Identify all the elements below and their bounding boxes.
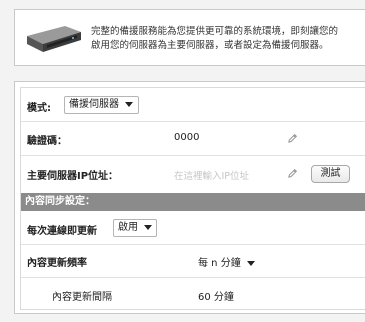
info-description: 完整的備援服務能為您提供更可靠的系統環境，即刻讓您的 啟用您的伺服器為主要伺服器… — [91, 25, 365, 53]
update-interval-row: 內容更新間隔 60 分鐘 — [21, 278, 365, 311]
chevron-down-icon — [144, 224, 152, 230]
mode-row: 模式: 備援伺服器 — [21, 88, 365, 121]
update-frequency-value: 每 n 分鐘 — [198, 258, 241, 269]
sync-settings-header: 內容同步設定： — [21, 193, 365, 211]
update-each-connection-row: 每次連線即更新 啟用 — [21, 212, 365, 244]
settings-form: 模式: 備援伺服器 驗證碼： 0000 主要伺服器IP位址： 在這裡輸入IP位址 — [20, 87, 365, 310]
verification-code-value: 0000 — [174, 132, 200, 143]
page: 完整的備援服務能為您提供更可靠的系統環境，即刻讓您的 啟用您的伺服器為主要伺服器… — [0, 0, 365, 322]
test-button[interactable]: 測試 — [311, 165, 350, 183]
chevron-down-icon — [246, 260, 255, 266]
update-each-connection-select[interactable]: 啟用 — [113, 219, 157, 237]
update-frequency-row: 內容更新頻率 每 n 分鐘 — [21, 245, 365, 277]
mode-select-value: 備援伺服器 — [69, 99, 119, 110]
server-device-icon — [27, 26, 81, 52]
pencil-icon[interactable] — [287, 133, 298, 144]
mode-select[interactable]: 備援伺服器 — [64, 96, 139, 114]
pencil-icon[interactable] — [287, 168, 298, 179]
verification-code-label: 驗證碼： — [27, 136, 67, 147]
settings-panel: 模式: 備援伺服器 驗證碼： 0000 主要伺服器IP位址： 在這裡輸入IP位址 — [14, 81, 365, 314]
update-each-connection-label: 每次連線即更新 — [27, 226, 97, 237]
info-description-line2: 啟用您的伺服器為主要伺服器，或者設定為備援伺服器。 — [91, 40, 329, 51]
update-interval-label: 內容更新間隔 — [52, 292, 112, 303]
update-frequency-select[interactable]: 每 n 分鐘 — [198, 254, 255, 269]
mode-label: 模式: — [27, 103, 51, 114]
primary-server-ip-label: 主要伺服器IP位址： — [27, 171, 119, 182]
primary-server-ip-input[interactable]: 在這裡輸入IP位址 — [174, 168, 249, 182]
update-frequency-label: 內容更新頻率 — [27, 258, 87, 269]
primary-server-ip-row: 主要伺服器IP位址： 在這裡輸入IP位址 測試 — [21, 156, 365, 192]
info-panel: 完整的備援服務能為您提供更可靠的系統環境，即刻讓您的 啟用您的伺服器為主要伺服器… — [14, 9, 365, 66]
verification-code-row: 驗證碼： 0000 — [21, 122, 365, 155]
info-description-line1: 完整的備援服務能為您提供更可靠的系統環境，即刻讓您的 — [91, 26, 339, 37]
update-interval-value: 60 分鐘 — [198, 292, 234, 303]
update-each-connection-value: 啟用 — [118, 222, 138, 233]
chevron-down-icon — [125, 101, 133, 107]
